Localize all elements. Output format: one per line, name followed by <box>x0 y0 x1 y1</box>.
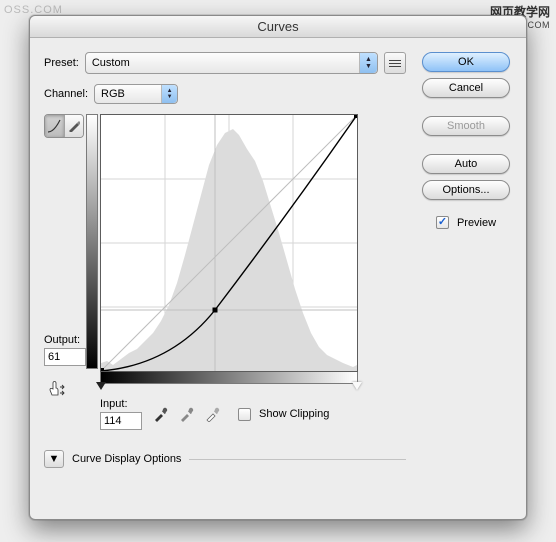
gray-eyedropper[interactable] <box>178 405 196 423</box>
white-eyedropper[interactable] <box>204 405 222 423</box>
preset-dropdown[interactable]: Custom <box>85 52 378 74</box>
curve-point-tool[interactable] <box>45 115 65 137</box>
output-gradient <box>86 114 98 369</box>
white-point-slider[interactable] <box>352 382 362 390</box>
curve-display-toggle[interactable]: ▼ <box>44 450 64 468</box>
curve-display-options-label: Curve Display Options <box>72 453 181 465</box>
preview-label: Preview <box>457 217 496 229</box>
preview-option[interactable]: Preview <box>436 216 496 229</box>
eyedropper-icon <box>153 406 169 422</box>
channel-dropdown-arrows-icon[interactable]: ▲▼ <box>161 85 177 103</box>
eyedropper-icon <box>179 406 195 422</box>
show-clipping-checkbox[interactable] <box>238 408 251 421</box>
show-clipping-label: Show Clipping <box>259 408 329 420</box>
input-gradient[interactable] <box>100 372 358 384</box>
channel-label: Channel: <box>44 88 88 100</box>
input-label: Input: <box>100 398 142 410</box>
options-button[interactable]: Options... <box>422 180 510 200</box>
preview-checkbox[interactable] <box>436 216 449 229</box>
menu-icon <box>385 53 405 73</box>
output-label: Output: <box>44 334 86 346</box>
input-field[interactable]: 114 <box>100 412 142 430</box>
smooth-button[interactable]: Smooth <box>422 116 510 136</box>
hand-tool-button[interactable] <box>44 376 70 402</box>
curves-dialog: Curves Preset: Custom ▲▼ Channel: RGB ▲▼ <box>29 15 527 520</box>
triangle-down-icon: ▼ <box>49 453 60 465</box>
eyedropper-icon <box>205 406 221 422</box>
auto-button[interactable]: Auto <box>422 154 510 174</box>
curve-tool-toggle[interactable] <box>44 114 84 138</box>
divider <box>189 459 406 460</box>
black-eyedropper[interactable] <box>152 405 170 423</box>
black-point-slider[interactable] <box>96 382 106 390</box>
cancel-button[interactable]: Cancel <box>422 78 510 98</box>
curves-chart[interactable] <box>100 114 358 372</box>
curve-pencil-tool[interactable] <box>65 115 84 137</box>
show-clipping-option[interactable]: Show Clipping <box>238 408 329 421</box>
output-field[interactable]: 61 <box>44 348 86 366</box>
ok-button[interactable]: OK <box>422 52 510 72</box>
preset-menu-button[interactable] <box>384 52 406 74</box>
hand-arrows-icon <box>47 379 67 399</box>
preset-label: Preset: <box>44 57 79 69</box>
pencil-icon <box>68 120 80 132</box>
curve-icon <box>47 119 61 133</box>
preset-dropdown-arrows-icon[interactable]: ▲▼ <box>359 53 377 73</box>
dialog-title: Curves <box>30 16 526 38</box>
